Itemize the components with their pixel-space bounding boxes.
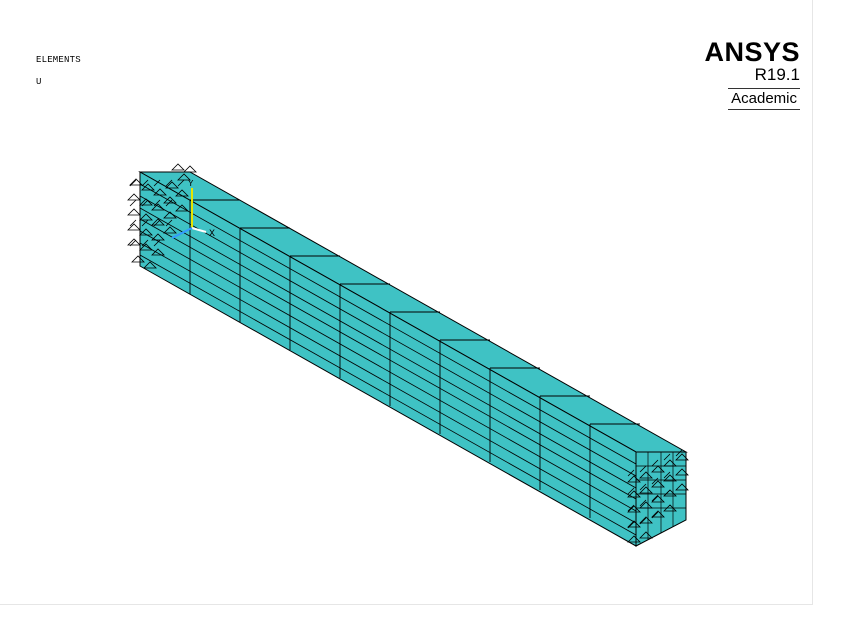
graphics-window[interactable]: ELEMENTS U ANSYS R19.1 Academic X Y: [0, 0, 813, 605]
triad-y-label: Y: [188, 179, 194, 189]
beam-model: X Y: [127, 163, 689, 547]
triad-x-label: X: [209, 229, 215, 240]
